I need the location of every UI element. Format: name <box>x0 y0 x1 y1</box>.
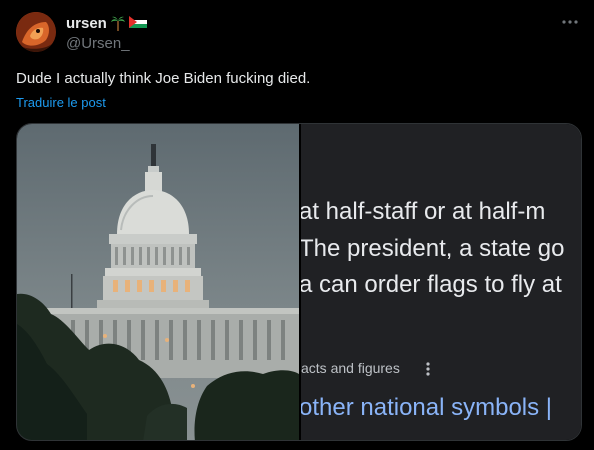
post-text: Dude I actually think Joe Biden fucking … <box>16 70 311 87</box>
author-name-row: ursen <box>66 14 147 32</box>
avatar-illustration <box>16 12 56 52</box>
search-result-screenshot[interactable]: at half-staff or at half-m The president… <box>301 124 581 440</box>
search-text-line-3: a can order flags to fly at <box>301 271 562 298</box>
search-text-line-2: The president, a state go <box>301 235 565 262</box>
facts-and-figures-label: acts and figures <box>301 360 400 376</box>
national-symbols-link: other national symbols | <box>301 394 553 421</box>
tweet: ursen @Ursen_ Dude I actually think Joe … <box>0 0 594 450</box>
more-horizontal-icon <box>562 20 578 24</box>
palm-tree-icon <box>110 15 126 31</box>
avatar[interactable] <box>16 12 56 52</box>
author-handle[interactable]: @Ursen_ <box>66 35 130 52</box>
palestine-flag-icon <box>128 15 147 31</box>
post-media[interactable]: at half-staff or at half-m The president… <box>16 123 582 441</box>
more-options-button[interactable] <box>560 14 580 30</box>
search-text-line-1: at half-staff or at half-m <box>301 198 546 225</box>
author-display-name[interactable]: ursen <box>66 15 107 32</box>
more-vertical-icon <box>426 362 430 376</box>
translate-post-link[interactable]: Traduire le post <box>16 95 106 110</box>
capitol-photo[interactable] <box>17 124 299 440</box>
